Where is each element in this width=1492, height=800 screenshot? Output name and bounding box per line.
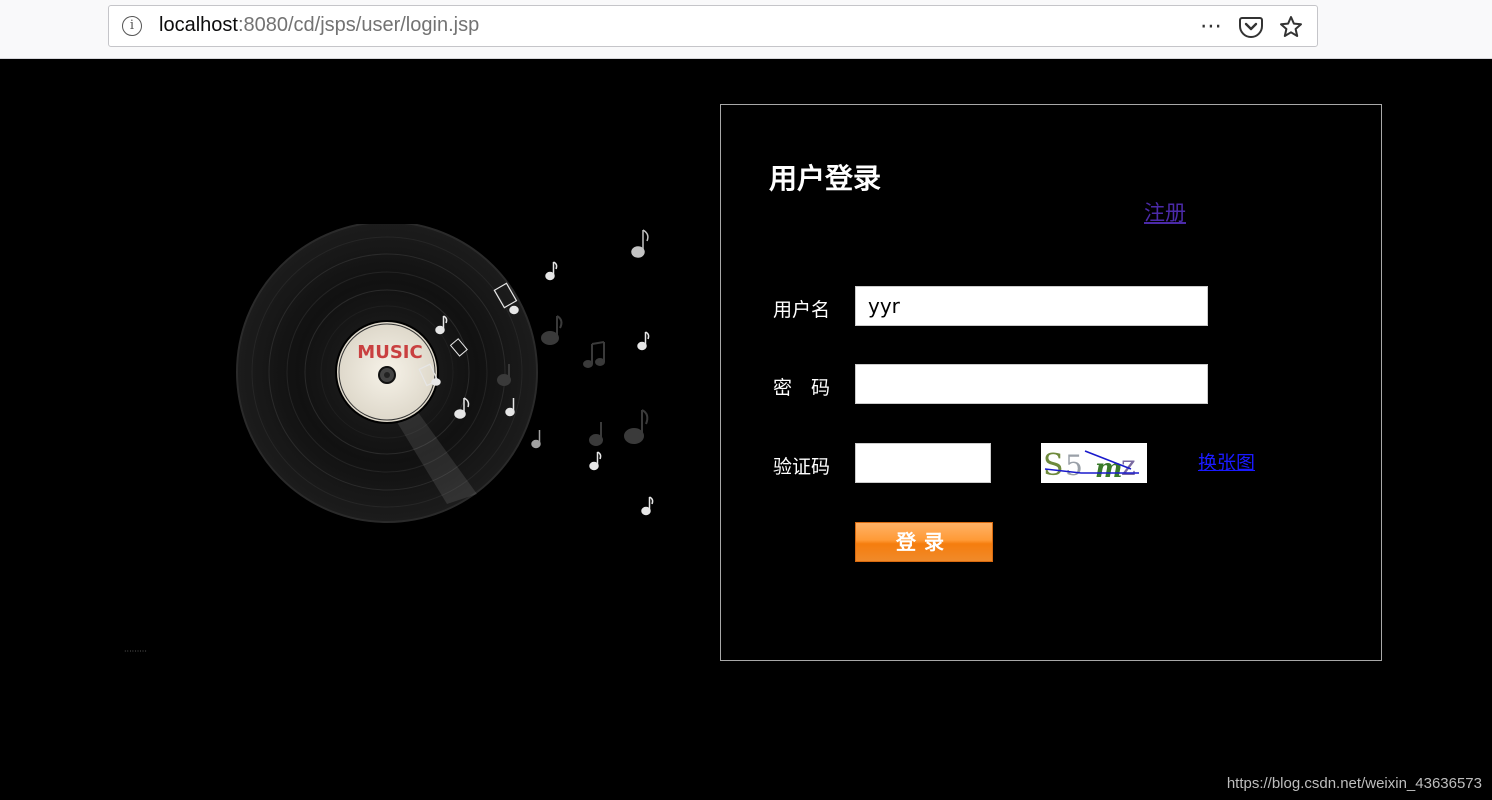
vinyl-label-text: MUSIC	[357, 342, 422, 363]
captcha-input[interactable]	[855, 443, 991, 483]
login-title: 用户登录	[769, 162, 882, 195]
captcha-label: 验证码	[773, 456, 831, 478]
url-text[interactable]: localhost:8080/cd/jsps/user/login.jsp	[159, 14, 479, 37]
star-icon[interactable]	[1279, 15, 1303, 39]
watermark: https://blog.csdn.net/weixin_43636573	[1226, 775, 1482, 792]
captcha-char-2: 5	[1065, 449, 1083, 482]
address-bar[interactable]: i localhost:8080/cd/jsps/user/login.jsp …	[108, 5, 1318, 47]
captcha-char-1: S	[1043, 448, 1064, 483]
username-input[interactable]	[855, 286, 1208, 326]
captcha-image[interactable]: S 5 m z	[1041, 443, 1147, 483]
more-icon[interactable]: ⋯	[1200, 16, 1223, 38]
login-form: 用户登录 注册 用户名 密 码 验证码 S 5 m z 换张图 登录	[720, 104, 1382, 661]
browser-toolbar: i localhost:8080/cd/jsps/user/login.jsp …	[0, 0, 1492, 59]
password-input[interactable]	[855, 364, 1208, 404]
captcha-char-3: m	[1095, 454, 1123, 483]
url-actions: ⋯	[1200, 14, 1303, 40]
password-label: 密 码	[773, 377, 831, 399]
refresh-captcha-link[interactable]: 换张图	[1198, 448, 1255, 475]
vinyl-record-illustration: MUSIC	[236, 224, 654, 523]
url-path: :8080/cd/jsps/user/login.jsp	[237, 14, 480, 36]
url-host: localhost	[159, 14, 238, 36]
register-link[interactable]: 注册	[1144, 197, 1186, 227]
info-icon[interactable]: i	[122, 16, 142, 36]
login-page: MUSIC ········· 用户登录 注册 用户名 yyr 密 码 验证码 …	[0, 59, 1492, 800]
pocket-icon[interactable]	[1239, 16, 1263, 38]
stray-mark: ·········	[124, 647, 147, 656]
username-label: 用户名	[773, 299, 831, 321]
login-button[interactable]: 登录	[855, 522, 993, 562]
